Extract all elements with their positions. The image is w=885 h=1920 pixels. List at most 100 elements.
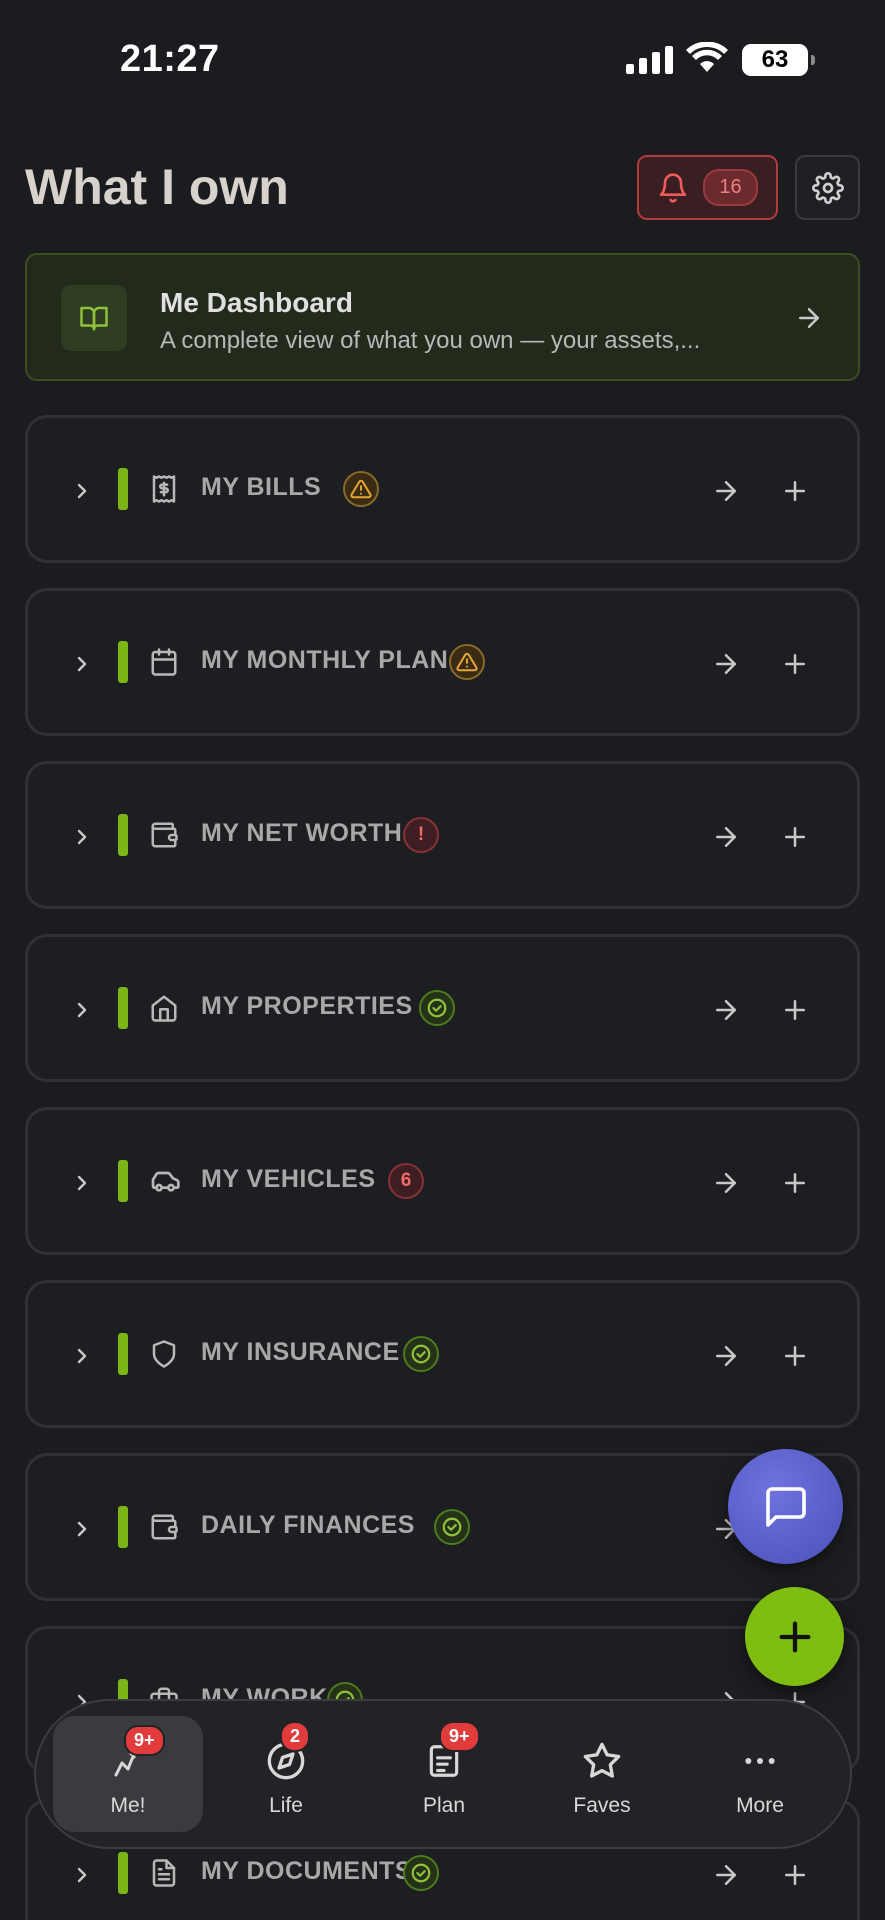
warning-icon	[449, 644, 485, 680]
arrow-right-icon	[711, 481, 741, 510]
plus-icon	[780, 827, 810, 856]
accent-bar	[118, 1160, 128, 1202]
battery-level: 63	[761, 46, 789, 73]
open-section-button[interactable]	[711, 1860, 741, 1895]
nav-badge: 9+	[439, 1721, 480, 1752]
section-my-monthly-plan[interactable]: MY MONTHLY PLAN	[25, 588, 860, 736]
open-section-button[interactable]	[711, 1341, 741, 1376]
status-bar: 21:27 63	[0, 0, 885, 120]
add-item-button[interactable]	[780, 1168, 810, 1203]
add-item-button[interactable]	[780, 822, 810, 857]
plus-icon	[780, 654, 810, 683]
me-icon: 9+	[110, 1725, 165, 1786]
arrow-right-icon	[711, 1346, 741, 1375]
page-title: What I own	[25, 159, 289, 215]
wallet-icon	[149, 1511, 179, 1548]
nav-faves[interactable]: Faves	[527, 1716, 677, 1832]
nav-label: Faves	[573, 1794, 631, 1817]
check-circle-icon	[403, 1336, 439, 1372]
section-my-properties[interactable]: MY PROPERTIES	[25, 934, 860, 1082]
car-icon	[149, 1165, 181, 1202]
chat-icon	[765, 1486, 806, 1527]
me-dashboard-card[interactable]: Me Dashboard A complete view of what you…	[25, 253, 860, 381]
check-circle-icon	[403, 1855, 439, 1891]
open-section-button[interactable]	[711, 1168, 741, 1203]
section-my-vehicles[interactable]: MY VEHICLES 6	[25, 1107, 860, 1255]
plus-icon	[780, 481, 810, 510]
notifications-button[interactable]: 16	[637, 155, 778, 220]
check-circle-icon	[434, 1509, 470, 1545]
section-label: DAILY FINANCES	[201, 1511, 415, 1539]
check-circle-icon	[419, 990, 455, 1026]
expand-chevron-icon[interactable]	[70, 648, 94, 685]
plus-icon	[779, 1621, 810, 1652]
count-badge: 6	[388, 1163, 424, 1199]
nav-plan[interactable]: 9+ Plan	[369, 1716, 519, 1832]
nav-more[interactable]: More	[685, 1716, 835, 1832]
nav-me[interactable]: 9+ Me!	[53, 1716, 203, 1832]
document-icon	[149, 1857, 179, 1894]
warning-icon	[343, 471, 379, 507]
add-item-button[interactable]	[780, 1860, 810, 1895]
more-icon	[740, 1741, 780, 1786]
expand-chevron-icon[interactable]	[70, 1167, 94, 1204]
section-label: MY VEHICLES	[201, 1165, 376, 1193]
dashboard-title: Me Dashboard	[160, 287, 353, 318]
expand-chevron-icon[interactable]	[70, 821, 94, 858]
add-item-button[interactable]	[780, 995, 810, 1030]
section-label: MY DOCUMENTS	[201, 1857, 413, 1885]
open-section-button[interactable]	[711, 649, 741, 684]
arrow-right-icon	[711, 1173, 741, 1202]
count-badge-text: 6	[400, 1170, 412, 1191]
section-my-insurance[interactable]: MY INSURANCE	[25, 1280, 860, 1428]
plus-icon	[780, 1865, 810, 1894]
arrow-right-icon	[799, 308, 819, 328]
arrow-right-icon	[711, 654, 741, 683]
bottom-navigation: 9+ Me! 2 Life 9+ Plan Faves More	[34, 1699, 852, 1849]
battery-icon: 63	[742, 44, 815, 76]
bell-icon	[660, 172, 687, 203]
add-item-button[interactable]	[780, 1341, 810, 1376]
section-label: MY PROPERTIES	[201, 992, 413, 1020]
expand-chevron-icon[interactable]	[70, 1859, 94, 1896]
accent-bar	[118, 1852, 128, 1894]
nav-badge: 9+	[124, 1725, 165, 1756]
book-icon	[61, 285, 127, 351]
nav-label: Plan	[422, 1794, 466, 1817]
accent-bar	[118, 1506, 128, 1548]
arrow-right-icon	[711, 1000, 741, 1029]
open-section-button[interactable]	[711, 476, 741, 511]
open-section-button[interactable]	[711, 995, 741, 1030]
section-my-net-worth[interactable]: MY NET WORTH !	[25, 761, 860, 909]
expand-chevron-icon[interactable]	[70, 1513, 94, 1550]
signal-icon	[626, 46, 673, 74]
chat-button[interactable]	[728, 1449, 843, 1564]
shield-icon	[149, 1338, 179, 1375]
add-item-button[interactable]	[780, 649, 810, 684]
status-time: 21:27	[120, 38, 220, 80]
expand-chevron-icon[interactable]	[70, 994, 94, 1031]
expand-chevron-icon[interactable]	[70, 1340, 94, 1377]
receipt-icon	[149, 473, 179, 510]
settings-button[interactable]	[795, 155, 860, 220]
section-my-bills[interactable]: MY BILLS	[25, 415, 860, 563]
add-fab-button[interactable]	[745, 1587, 844, 1686]
plan-icon: 9+	[425, 1721, 480, 1786]
section-label: MY INSURANCE	[201, 1338, 400, 1366]
nav-life[interactable]: 2 Life	[211, 1716, 361, 1832]
error-badge-text: !	[417, 824, 425, 845]
accent-bar	[118, 1333, 128, 1375]
accent-bar	[118, 814, 128, 856]
dashboard-description: A complete view of what you own — your a…	[160, 327, 701, 354]
nav-label: Life	[269, 1794, 303, 1817]
accent-bar	[118, 987, 128, 1029]
section-label: MY NET WORTH	[201, 819, 403, 847]
calendar-icon	[149, 646, 179, 683]
expand-chevron-icon[interactable]	[70, 475, 94, 512]
gear-icon	[811, 171, 844, 204]
add-item-button[interactable]	[780, 476, 810, 511]
open-section-button[interactable]	[711, 822, 741, 857]
wallet-icon	[149, 819, 179, 856]
plus-icon	[780, 1346, 810, 1375]
nav-label: More	[736, 1794, 784, 1817]
